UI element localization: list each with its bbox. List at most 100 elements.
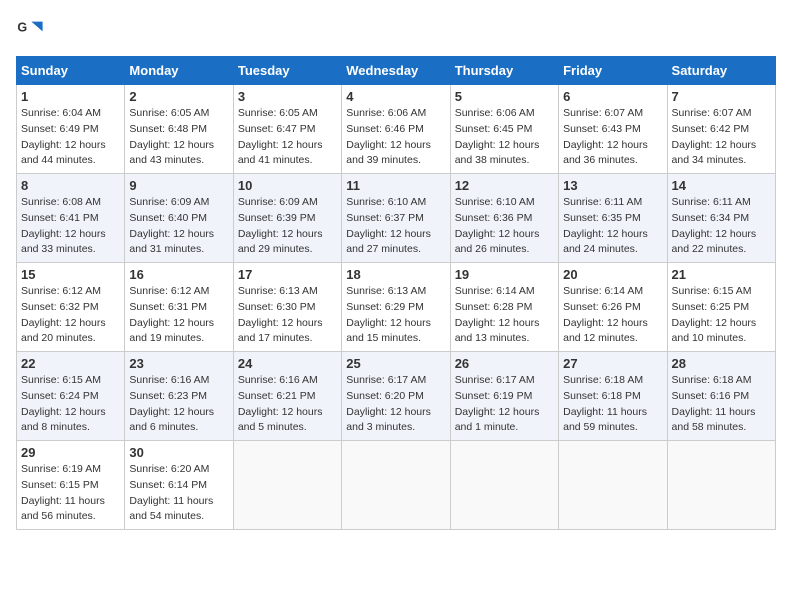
calendar-cell (233, 441, 341, 530)
day-number: 15 (21, 267, 120, 282)
day-info: Sunrise: 6:11 AMSunset: 6:34 PMDaylight:… (672, 196, 757, 255)
day-number: 2 (129, 89, 228, 104)
calendar-week-row: 15 Sunrise: 6:12 AMSunset: 6:32 PMDaylig… (17, 263, 776, 352)
calendar-cell: 19 Sunrise: 6:14 AMSunset: 6:28 PMDaylig… (450, 263, 558, 352)
day-number: 1 (21, 89, 120, 104)
calendar-body: 1 Sunrise: 6:04 AMSunset: 6:49 PMDayligh… (17, 85, 776, 530)
day-number: 29 (21, 445, 120, 460)
calendar-header-saturday: Saturday (667, 57, 775, 85)
day-number: 6 (563, 89, 662, 104)
calendar-cell: 4 Sunrise: 6:06 AMSunset: 6:46 PMDayligh… (342, 85, 450, 174)
calendar-cell: 26 Sunrise: 6:17 AMSunset: 6:19 PMDaylig… (450, 352, 558, 441)
day-number: 11 (346, 178, 445, 193)
day-number: 8 (21, 178, 120, 193)
calendar-cell: 13 Sunrise: 6:11 AMSunset: 6:35 PMDaylig… (559, 174, 667, 263)
calendar-cell: 30 Sunrise: 6:20 AMSunset: 6:14 PMDaylig… (125, 441, 233, 530)
day-number: 27 (563, 356, 662, 371)
calendar-header-friday: Friday (559, 57, 667, 85)
calendar-header-wednesday: Wednesday (342, 57, 450, 85)
day-info: Sunrise: 6:09 AMSunset: 6:40 PMDaylight:… (129, 196, 214, 255)
day-info: Sunrise: 6:12 AMSunset: 6:32 PMDaylight:… (21, 285, 106, 344)
day-info: Sunrise: 6:18 AMSunset: 6:18 PMDaylight:… (563, 374, 647, 433)
logo: G (16, 16, 48, 44)
day-number: 10 (238, 178, 337, 193)
day-info: Sunrise: 6:13 AMSunset: 6:30 PMDaylight:… (238, 285, 323, 344)
day-info: Sunrise: 6:04 AMSunset: 6:49 PMDaylight:… (21, 107, 106, 166)
day-info: Sunrise: 6:16 AMSunset: 6:23 PMDaylight:… (129, 374, 214, 433)
day-info: Sunrise: 6:20 AMSunset: 6:14 PMDaylight:… (129, 463, 213, 522)
day-number: 22 (21, 356, 120, 371)
calendar-week-row: 22 Sunrise: 6:15 AMSunset: 6:24 PMDaylig… (17, 352, 776, 441)
calendar-cell: 7 Sunrise: 6:07 AMSunset: 6:42 PMDayligh… (667, 85, 775, 174)
calendar-cell: 25 Sunrise: 6:17 AMSunset: 6:20 PMDaylig… (342, 352, 450, 441)
calendar-cell: 20 Sunrise: 6:14 AMSunset: 6:26 PMDaylig… (559, 263, 667, 352)
calendar-header-sunday: Sunday (17, 57, 125, 85)
calendar-cell (559, 441, 667, 530)
page-header: G (16, 16, 776, 44)
day-number: 12 (455, 178, 554, 193)
day-info: Sunrise: 6:15 AMSunset: 6:24 PMDaylight:… (21, 374, 106, 433)
calendar-cell: 2 Sunrise: 6:05 AMSunset: 6:48 PMDayligh… (125, 85, 233, 174)
day-info: Sunrise: 6:19 AMSunset: 6:15 PMDaylight:… (21, 463, 105, 522)
calendar-cell: 21 Sunrise: 6:15 AMSunset: 6:25 PMDaylig… (667, 263, 775, 352)
calendar-week-row: 8 Sunrise: 6:08 AMSunset: 6:41 PMDayligh… (17, 174, 776, 263)
day-info: Sunrise: 6:09 AMSunset: 6:39 PMDaylight:… (238, 196, 323, 255)
calendar-cell (342, 441, 450, 530)
calendar-cell: 3 Sunrise: 6:05 AMSunset: 6:47 PMDayligh… (233, 85, 341, 174)
calendar-week-row: 1 Sunrise: 6:04 AMSunset: 6:49 PMDayligh… (17, 85, 776, 174)
day-info: Sunrise: 6:15 AMSunset: 6:25 PMDaylight:… (672, 285, 757, 344)
day-number: 14 (672, 178, 771, 193)
calendar-cell (450, 441, 558, 530)
calendar-cell: 24 Sunrise: 6:16 AMSunset: 6:21 PMDaylig… (233, 352, 341, 441)
calendar-header-monday: Monday (125, 57, 233, 85)
svg-text:G: G (17, 20, 27, 34)
calendar-cell: 1 Sunrise: 6:04 AMSunset: 6:49 PMDayligh… (17, 85, 125, 174)
day-info: Sunrise: 6:16 AMSunset: 6:21 PMDaylight:… (238, 374, 323, 433)
calendar-cell (667, 441, 775, 530)
day-number: 26 (455, 356, 554, 371)
day-number: 23 (129, 356, 228, 371)
calendar-cell: 11 Sunrise: 6:10 AMSunset: 6:37 PMDaylig… (342, 174, 450, 263)
day-number: 20 (563, 267, 662, 282)
calendar-header-tuesday: Tuesday (233, 57, 341, 85)
calendar-cell: 22 Sunrise: 6:15 AMSunset: 6:24 PMDaylig… (17, 352, 125, 441)
calendar-cell: 5 Sunrise: 6:06 AMSunset: 6:45 PMDayligh… (450, 85, 558, 174)
day-info: Sunrise: 6:17 AMSunset: 6:20 PMDaylight:… (346, 374, 431, 433)
calendar-cell: 12 Sunrise: 6:10 AMSunset: 6:36 PMDaylig… (450, 174, 558, 263)
calendar-cell: 10 Sunrise: 6:09 AMSunset: 6:39 PMDaylig… (233, 174, 341, 263)
day-number: 21 (672, 267, 771, 282)
day-number: 19 (455, 267, 554, 282)
calendar-week-row: 29 Sunrise: 6:19 AMSunset: 6:15 PMDaylig… (17, 441, 776, 530)
day-info: Sunrise: 6:07 AMSunset: 6:42 PMDaylight:… (672, 107, 757, 166)
calendar-cell: 17 Sunrise: 6:13 AMSunset: 6:30 PMDaylig… (233, 263, 341, 352)
day-info: Sunrise: 6:12 AMSunset: 6:31 PMDaylight:… (129, 285, 214, 344)
calendar-cell: 8 Sunrise: 6:08 AMSunset: 6:41 PMDayligh… (17, 174, 125, 263)
day-info: Sunrise: 6:08 AMSunset: 6:41 PMDaylight:… (21, 196, 106, 255)
day-info: Sunrise: 6:17 AMSunset: 6:19 PMDaylight:… (455, 374, 540, 433)
day-number: 18 (346, 267, 445, 282)
day-number: 24 (238, 356, 337, 371)
day-number: 7 (672, 89, 771, 104)
calendar-cell: 16 Sunrise: 6:12 AMSunset: 6:31 PMDaylig… (125, 263, 233, 352)
day-info: Sunrise: 6:06 AMSunset: 6:45 PMDaylight:… (455, 107, 540, 166)
calendar-cell: 15 Sunrise: 6:12 AMSunset: 6:32 PMDaylig… (17, 263, 125, 352)
calendar-cell: 28 Sunrise: 6:18 AMSunset: 6:16 PMDaylig… (667, 352, 775, 441)
calendar-cell: 18 Sunrise: 6:13 AMSunset: 6:29 PMDaylig… (342, 263, 450, 352)
day-info: Sunrise: 6:18 AMSunset: 6:16 PMDaylight:… (672, 374, 756, 433)
day-info: Sunrise: 6:14 AMSunset: 6:28 PMDaylight:… (455, 285, 540, 344)
calendar-cell: 9 Sunrise: 6:09 AMSunset: 6:40 PMDayligh… (125, 174, 233, 263)
day-number: 5 (455, 89, 554, 104)
day-number: 17 (238, 267, 337, 282)
day-info: Sunrise: 6:06 AMSunset: 6:46 PMDaylight:… (346, 107, 431, 166)
day-number: 30 (129, 445, 228, 460)
day-info: Sunrise: 6:14 AMSunset: 6:26 PMDaylight:… (563, 285, 648, 344)
calendar-cell: 6 Sunrise: 6:07 AMSunset: 6:43 PMDayligh… (559, 85, 667, 174)
day-info: Sunrise: 6:11 AMSunset: 6:35 PMDaylight:… (563, 196, 648, 255)
logo-icon: G (16, 16, 44, 44)
day-number: 3 (238, 89, 337, 104)
day-number: 28 (672, 356, 771, 371)
calendar-cell: 23 Sunrise: 6:16 AMSunset: 6:23 PMDaylig… (125, 352, 233, 441)
day-info: Sunrise: 6:05 AMSunset: 6:48 PMDaylight:… (129, 107, 214, 166)
calendar-cell: 27 Sunrise: 6:18 AMSunset: 6:18 PMDaylig… (559, 352, 667, 441)
day-info: Sunrise: 6:10 AMSunset: 6:36 PMDaylight:… (455, 196, 540, 255)
